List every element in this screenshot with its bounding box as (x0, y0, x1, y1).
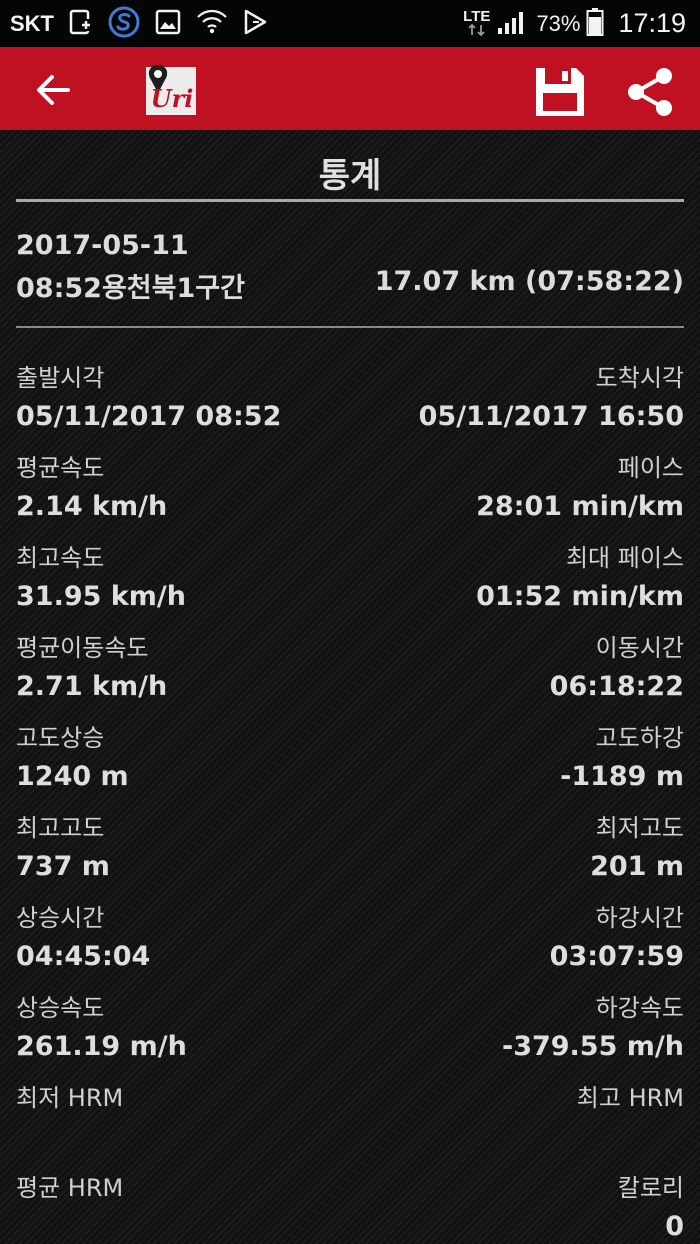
stat-value: 01:52 min/km (476, 581, 684, 612)
stat-value: 05/11/2017 16:50 (418, 401, 684, 432)
stat-label: 고도하강 (595, 724, 684, 752)
stat-value: 2.14 km/h (16, 491, 168, 522)
stat-max-hrm: 최고 HRM (577, 1078, 684, 1121)
stat-label: 고도상승 (16, 724, 105, 752)
stat-label: 상승속도 (16, 994, 105, 1022)
track-name: 08:52용천북1구간 (16, 273, 245, 304)
stat-value: -379.55 m/h (501, 1031, 684, 1062)
stat-label: 하강속도 (595, 994, 684, 1022)
stat-label: 페이스 (617, 454, 684, 482)
play-store-icon (242, 8, 268, 40)
stat-label: 최고속도 (16, 544, 105, 572)
stat-max-altitude: 최고고도 737 m (16, 808, 110, 882)
stat-label: 최고 HRM (576, 1084, 684, 1112)
network-indicator: LTE (463, 9, 490, 39)
stat-label: 칼로리 (617, 1174, 684, 1202)
stat-label: 하강시간 (595, 904, 684, 932)
stat-value: 03:07:59 (549, 941, 684, 972)
stat-value: 201 m (590, 851, 684, 882)
stat-label: 최대 페이스 (565, 544, 684, 572)
stat-end-time: 도착시각 05/11/2017 16:50 (419, 358, 684, 432)
stat-label: 평균속도 (16, 454, 105, 482)
statistics-panel: 통계 2017-05-11 08:52용천북1구간 17.07 km (07:5… (0, 130, 700, 1244)
back-button[interactable] (28, 65, 78, 115)
clock: 17:19 (618, 8, 686, 38)
stat-descent-speed: 하강속도 -379.55 m/h (502, 988, 684, 1062)
stat-min-hrm: 최저 HRM (16, 1078, 123, 1121)
battery-percent: 73% (536, 10, 581, 36)
wifi-new-icon (196, 8, 228, 40)
stat-value: 28:01 min/km (476, 491, 684, 522)
stat-min-altitude: 최저고도 201 m (590, 808, 684, 882)
stat-label: 이동시간 (595, 634, 684, 662)
stat-label: 최저 HRM (16, 1084, 124, 1112)
stat-average-hrm: 평균 HRM (16, 1168, 123, 1211)
share-button[interactable] (622, 64, 678, 120)
stat-value: 2.71 km/h (16, 671, 168, 702)
title-divider (16, 199, 684, 202)
save-button[interactable] (532, 64, 588, 120)
status-bar: SKT LTE 73% 17:19 (0, 0, 700, 47)
share-icon (628, 68, 672, 116)
stat-label: 상승시간 (16, 904, 105, 932)
stat-max-pace: 최대 페이스 01:52 min/km (476, 538, 684, 612)
summary-divider (16, 326, 684, 328)
status-bar-left: SKT (10, 0, 282, 47)
stat-value: 737 m (16, 851, 110, 882)
stat-value: 04:45:04 (16, 941, 151, 972)
stat-value: 261.19 m/h (16, 1031, 187, 1062)
stat-pace: 페이스 28:01 min/km (476, 448, 684, 522)
network-type-label: LTE (463, 7, 491, 25)
stat-elevation-gain: 고도상승 1240 m (16, 718, 129, 792)
stat-value: 06:18:22 (549, 671, 684, 702)
status-bar-right: LTE 73% 17:19 (463, 0, 686, 47)
stat-elevation-loss: 고도하강 -1189 m (560, 718, 684, 792)
stat-average-speed: 평균속도 2.14 km/h (16, 448, 167, 522)
stat-max-speed: 최고속도 31.95 km/h (16, 538, 186, 612)
stat-value: 0 (665, 1211, 684, 1242)
stat-average-moving-speed: 평균이동속도 2.71 km/h (16, 628, 167, 702)
battery-icon (586, 7, 604, 41)
stat-ascent-time: 상승시간 04:45:04 (16, 898, 150, 972)
stat-label: 최고고도 (16, 814, 105, 842)
floppy-disk-icon (536, 68, 584, 116)
data-arrows-icon (468, 23, 485, 36)
track-date: 2017-05-11 (16, 230, 189, 261)
stat-value: 05/11/2017 08:52 (16, 401, 282, 432)
app-logo-text: Uri (151, 84, 194, 113)
track-distance-duration: 17.07 km (07:58:22) (374, 266, 684, 297)
stat-descent-time: 하강시간 03:07:59 (550, 898, 684, 972)
signal-icon (496, 8, 528, 40)
stat-value: -1189 m (560, 761, 684, 792)
stat-moving-time: 이동시간 06:18:22 (550, 628, 684, 702)
app-logo: Uri (142, 61, 200, 119)
carrier-label: SKT (10, 10, 54, 36)
stat-label: 최저고도 (595, 814, 684, 842)
stat-ascent-speed: 상승속도 261.19 m/h (16, 988, 187, 1062)
gallery-icon (154, 8, 182, 40)
sim-card-icon (68, 8, 94, 40)
page-title: 통계 (318, 156, 382, 196)
app-bar: Uri (0, 47, 700, 130)
stat-label: 평균 HRM (16, 1174, 124, 1202)
stat-value: 1240 m (16, 761, 129, 792)
stat-label: 출발시각 (16, 364, 105, 392)
stat-label: 평균이동속도 (16, 634, 149, 662)
stat-start-time: 출발시각 05/11/2017 08:52 (16, 358, 281, 432)
stat-value: 31.95 km/h (16, 581, 186, 612)
stat-label: 도착시각 (595, 364, 684, 392)
stat-calories: 칼로리 0 (618, 1168, 684, 1242)
samsung-app-icon (108, 6, 140, 42)
arrow-left-icon (37, 75, 70, 105)
